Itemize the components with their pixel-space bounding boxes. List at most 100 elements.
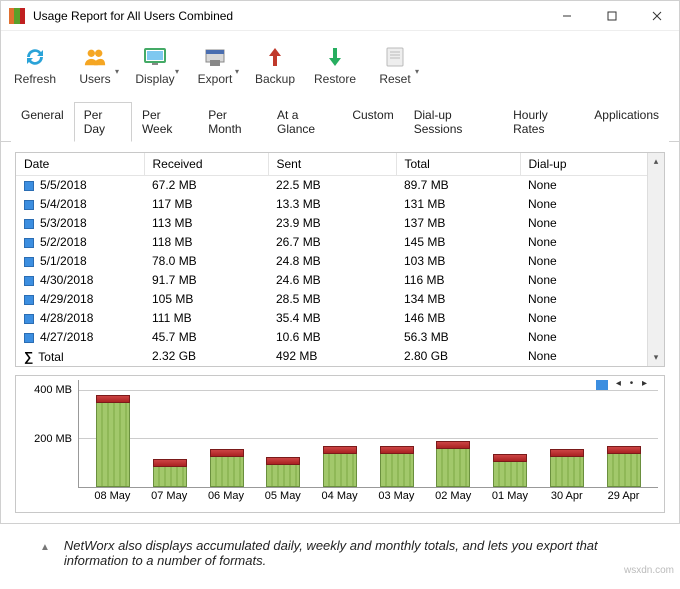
tab-per-month[interactable]: Per Month [198, 102, 267, 142]
scroll-down-icon[interactable]: ▾ [648, 349, 664, 366]
bar-cap [153, 459, 187, 467]
users-button[interactable]: Users ▾ [67, 37, 123, 93]
col-received[interactable]: Received [144, 153, 268, 176]
chart-bar[interactable] [210, 456, 244, 487]
table-row[interactable]: 5/3/2018113 MB23.9 MB137 MBNone [16, 214, 664, 233]
tab-applications[interactable]: Applications [584, 102, 669, 142]
cell-sent: 24.8 MB [268, 252, 396, 271]
cell-received: 118 MB [144, 233, 268, 252]
cell-sent: 26.7 MB [268, 233, 396, 252]
cell-date: 5/1/2018 [16, 252, 144, 271]
caption-text: NetWorx also displays accumulated daily,… [64, 538, 640, 568]
row-icon [24, 219, 34, 229]
table-row[interactable]: 4/30/201891.7 MB24.6 MB116 MBNone [16, 271, 664, 290]
refresh-button[interactable]: Refresh [7, 37, 63, 93]
tab-hourly[interactable]: Hourly Rates [503, 102, 584, 142]
table-row[interactable]: 4/29/2018105 MB28.5 MB134 MBNone [16, 290, 664, 309]
col-sent[interactable]: Sent [268, 153, 396, 176]
xtick-label: 29 Apr [599, 490, 649, 502]
table-row[interactable]: 5/5/201867.2 MB22.5 MB89.7 MBNone [16, 176, 664, 195]
chart-bar[interactable] [493, 461, 527, 486]
cell-received: 78.0 MB [144, 252, 268, 271]
y-axis: 400 MB 200 MB [22, 380, 78, 488]
table-row[interactable]: 5/2/2018118 MB26.7 MB145 MBNone [16, 233, 664, 252]
restore-label: Restore [314, 72, 356, 86]
col-date[interactable]: Date [16, 153, 144, 176]
tabstrip: General Per Day Per Week Per Month At a … [1, 101, 679, 142]
cell-received: 113 MB [144, 214, 268, 233]
toolbar: Refresh Users ▾ Display ▾ Export ▾ [1, 31, 679, 101]
cell-received: 111 MB [144, 309, 268, 328]
cell-total: 146 MB [396, 309, 520, 328]
export-icon [203, 45, 227, 69]
close-icon [652, 11, 662, 21]
tab-per-week[interactable]: Per Week [132, 102, 198, 142]
chart-bar[interactable] [436, 448, 470, 486]
tab-dial-up[interactable]: Dial-up Sessions [404, 102, 503, 142]
table-row[interactable]: 5/1/201878.0 MB24.8 MB103 MBNone [16, 252, 664, 271]
vertical-scrollbar[interactable]: ▴ ▾ [647, 153, 664, 366]
tab-at-a-glance[interactable]: At a Glance [267, 102, 342, 142]
maximize-icon [607, 11, 617, 21]
row-icon [24, 181, 34, 191]
cell-dialup: None [520, 290, 664, 309]
cell-received: 2.32 GB [144, 347, 268, 366]
row-icon [24, 200, 34, 210]
plot-area [78, 380, 658, 488]
col-total[interactable]: Total [396, 153, 520, 176]
export-button[interactable]: Export ▾ [187, 37, 243, 93]
cell-total: 56.3 MB [396, 328, 520, 347]
reset-button[interactable]: Reset ▾ [367, 37, 423, 93]
cell-date: ∑Total [16, 347, 144, 366]
table-row[interactable]: 4/27/201845.7 MB10.6 MB56.3 MBNone [16, 328, 664, 347]
cell-total: 116 MB [396, 271, 520, 290]
chart-bar[interactable] [96, 402, 130, 486]
reset-label: Reset [379, 72, 410, 86]
col-dialup[interactable]: Dial-up [520, 153, 664, 176]
cell-sent: 13.3 MB [268, 195, 396, 214]
bar-cap [210, 449, 244, 457]
content-area: Date Received Sent Total Dial-up 5/5/201… [1, 142, 679, 523]
cell-received: 105 MB [144, 290, 268, 309]
xtick-label: 04 May [315, 490, 365, 502]
display-button[interactable]: Display ▾ [127, 37, 183, 93]
cell-sent: 10.6 MB [268, 328, 396, 347]
bar-cap [550, 449, 584, 457]
row-icon [24, 314, 34, 324]
table-total-row[interactable]: ∑Total2.32 GB492 MB2.80 GBNone [16, 347, 664, 366]
refresh-label: Refresh [14, 72, 56, 86]
cell-dialup: None [520, 214, 664, 233]
minimize-button[interactable] [544, 1, 589, 31]
window-title: Usage Report for All Users Combined [33, 9, 544, 23]
cell-sent: 492 MB [268, 347, 396, 366]
tab-custom[interactable]: Custom [342, 102, 403, 142]
scroll-up-icon[interactable]: ▴ [648, 153, 664, 170]
xtick-label: 06 May [201, 490, 251, 502]
backup-icon [263, 45, 287, 69]
chevron-down-icon: ▾ [175, 67, 179, 76]
cell-received: 67.2 MB [144, 176, 268, 195]
maximize-button[interactable] [589, 1, 634, 31]
chart-bar[interactable] [323, 453, 357, 486]
ytick-400: 400 MB [34, 384, 72, 396]
backup-button[interactable]: Backup [247, 37, 303, 93]
cell-date: 5/4/2018 [16, 195, 144, 214]
chart-bar[interactable] [380, 453, 414, 486]
chart-bar[interactable] [607, 453, 641, 486]
chart-bar[interactable] [153, 466, 187, 486]
chevron-down-icon: ▾ [115, 67, 119, 76]
xtick-label: 03 May [371, 490, 421, 502]
chart-bar[interactable] [266, 464, 300, 487]
xtick-label: 30 Apr [542, 490, 592, 502]
table-row[interactable]: 5/4/2018117 MB13.3 MB131 MBNone [16, 195, 664, 214]
close-button[interactable] [634, 1, 679, 31]
titlebar: Usage Report for All Users Combined [1, 1, 679, 31]
table-row[interactable]: 4/28/2018111 MB35.4 MB146 MBNone [16, 309, 664, 328]
tab-per-day[interactable]: Per Day [74, 102, 132, 142]
chart-bar[interactable] [550, 456, 584, 487]
minimize-icon [562, 11, 572, 21]
restore-button[interactable]: Restore [307, 37, 363, 93]
ytick-200: 200 MB [34, 433, 72, 445]
tab-general[interactable]: General [11, 102, 74, 142]
usage-table: Date Received Sent Total Dial-up 5/5/201… [16, 153, 664, 366]
